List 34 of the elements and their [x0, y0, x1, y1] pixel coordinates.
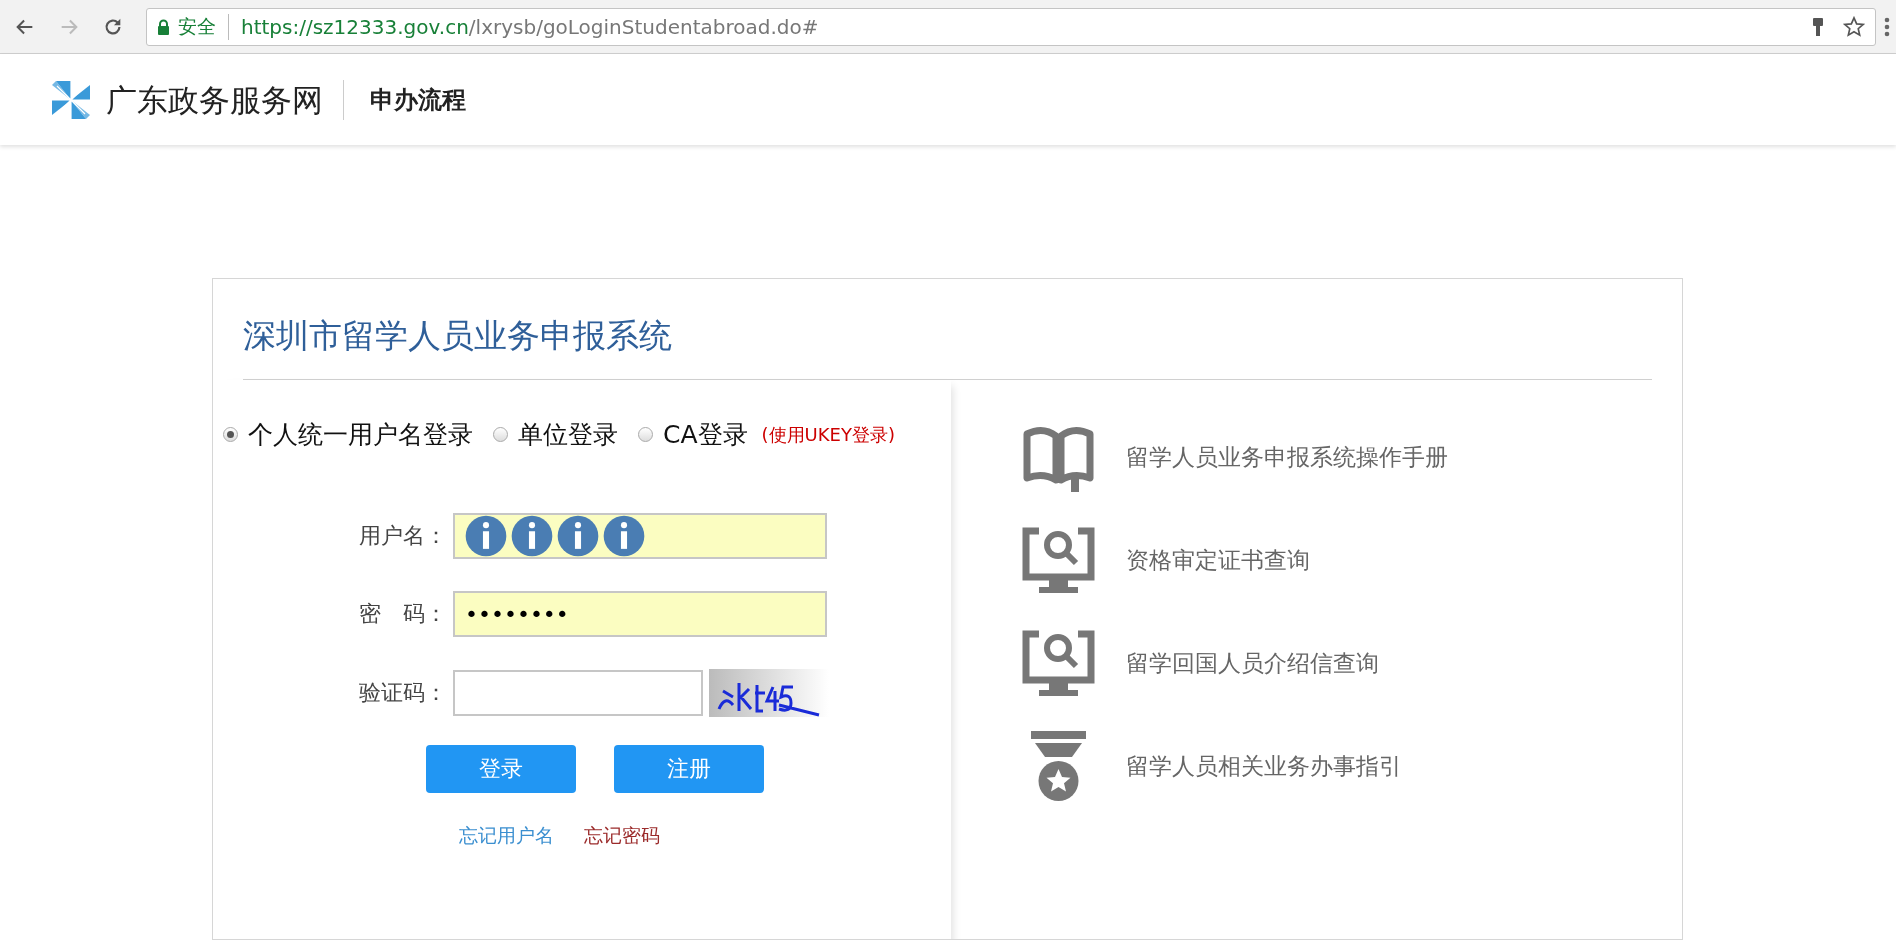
url-text[interactable]: https://sz12333.gov.cn/lxrysb/goLoginStudentabroad.do# [241, 14, 1793, 39]
nav-link[interactable]: 申办流程 [370, 83, 466, 116]
lock-icon [157, 18, 170, 35]
login-type-option[interactable]: 个人统一用户名登录 [223, 418, 473, 451]
site-name: 广东政务服务网 [106, 79, 344, 120]
system-title: 深圳市留学人员业务申报系统 [243, 313, 1652, 380]
captcha-field[interactable] [453, 670, 703, 716]
username-field[interactable] [453, 513, 827, 559]
radio-button[interactable] [493, 427, 508, 442]
service-link[interactable]: 留学人员相关业务办事指引 [1126, 751, 1402, 782]
info-icon [603, 515, 645, 557]
field-label: 密 码： [358, 600, 448, 628]
service-link[interactable]: 留学人员业务申报系统操作手册 [1126, 442, 1448, 473]
radio-button[interactable] [223, 427, 238, 442]
form-button[interactable]: 注册 [614, 745, 764, 793]
menu-icon[interactable] [1884, 15, 1890, 38]
radio-button[interactable] [638, 427, 653, 442]
bookmark-star-icon[interactable] [1843, 15, 1865, 38]
security-label: 安全 [178, 13, 229, 40]
info-icon [511, 515, 553, 557]
service-link[interactable]: 资格审定证书查询 [1126, 545, 1310, 576]
info-icon [465, 515, 507, 557]
field-label: 验证码： [358, 679, 448, 707]
field-label: 用户名： [358, 522, 448, 550]
service-link[interactable]: 留学回国人员介绍信查询 [1126, 648, 1379, 679]
password-field[interactable]: •••••••• [453, 591, 827, 637]
text-link[interactable]: 忘记密码 [584, 823, 660, 849]
login-type-option[interactable]: CA登录 [638, 418, 748, 451]
info-icon [557, 515, 599, 557]
form-button[interactable]: 登录 [426, 745, 576, 793]
text-link[interactable]: 忘记用户名 [459, 823, 554, 849]
login-type-option[interactable]: 单位登录 [493, 418, 618, 451]
login-type-note: (使用UKEY登录) [761, 422, 895, 447]
address-bar[interactable]: 安全 https://sz12333.gov.cn/lxrysb/goLoginStudentabroad.do# [146, 7, 1876, 46]
